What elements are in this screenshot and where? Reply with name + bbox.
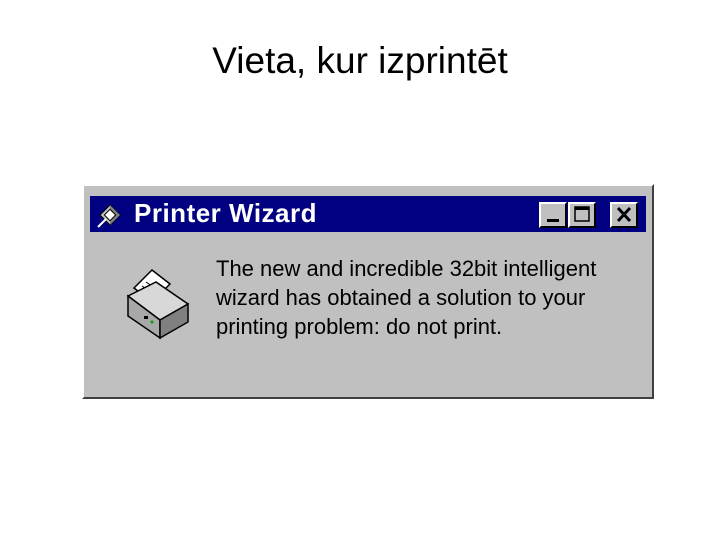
printer-wizard-dialog: Printer Wizard The new and incredible 32… bbox=[82, 184, 654, 399]
wizard-icon bbox=[96, 201, 124, 229]
maximize-icon bbox=[574, 206, 590, 222]
maximize-button[interactable] bbox=[568, 202, 596, 228]
slide-title: Vieta, kur izprintēt bbox=[212, 40, 508, 81]
close-button[interactable] bbox=[610, 202, 638, 228]
minimize-icon bbox=[547, 219, 559, 222]
minimize-button[interactable] bbox=[539, 202, 567, 228]
wizard-message: The new and incredible 32bit intelligent… bbox=[216, 256, 597, 339]
close-icon bbox=[616, 206, 632, 223]
printer-icon bbox=[122, 266, 194, 340]
dialog-title: Printer Wizard bbox=[134, 198, 318, 228]
title-bar[interactable]: Printer Wizard bbox=[90, 196, 646, 232]
